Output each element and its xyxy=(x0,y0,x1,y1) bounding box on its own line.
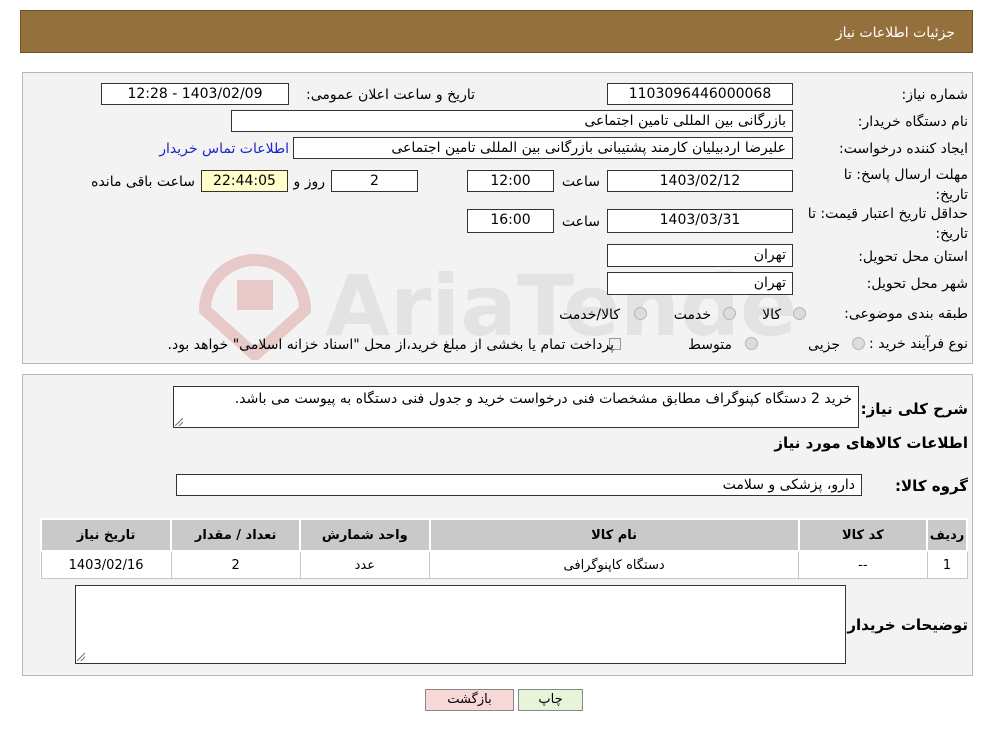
col-date-header: تاریخ نیاز xyxy=(39,518,173,552)
category-goods-service-radio[interactable] xyxy=(634,307,647,320)
buyer-notes-textarea[interactable] xyxy=(75,585,846,664)
buyer-notes-resize-handle[interactable] xyxy=(77,653,85,661)
city-label: شهر محل تحویل: xyxy=(866,276,968,292)
process-note: پرداخت تمام یا بخشی از مبلغ خرید،از محل … xyxy=(167,337,614,353)
cell-name: دستگاه کاپنوگرافی xyxy=(428,550,800,579)
deadline-time-label: ساعت xyxy=(561,174,600,190)
col-name-header: نام کالا xyxy=(428,518,800,552)
buyer-contact-link[interactable]: اطلاعات تماس خریدار xyxy=(159,141,289,157)
description-label: شرح کلی نیاز: xyxy=(860,400,968,418)
category-label: طبقه بندی موضوعی: xyxy=(844,306,968,322)
validity-label: حداقل تاریخ اعتبار قیمت: تا تاریخ: xyxy=(807,206,968,242)
category-goods-label: کالا xyxy=(762,307,781,323)
deadline-date-field: 1403/02/12 xyxy=(607,170,793,192)
items-section-title: اطلاعات کالاهای مورد نیاز xyxy=(774,434,968,452)
description-resize-handle[interactable] xyxy=(175,418,183,426)
days-label: روز و xyxy=(293,174,326,190)
remaining-time-field: 22:44:05 xyxy=(201,170,288,192)
need-number-label: شماره نیاز: xyxy=(901,87,969,103)
process-medium-radio[interactable] xyxy=(745,337,758,350)
cell-date: 1403/02/16 xyxy=(40,550,172,579)
cell-unit: عدد xyxy=(299,550,431,579)
process-minor-radio[interactable] xyxy=(852,337,865,350)
category-goods-radio[interactable] xyxy=(793,307,806,320)
category-service-radio[interactable] xyxy=(723,307,736,320)
days-field: 2 xyxy=(331,170,418,192)
table-row: 1 -- دستگاه کاپنوگرافی عدد 2 1403/02/16 xyxy=(40,550,968,579)
category-service-label: خدمت xyxy=(673,307,711,323)
category-goods-service-label: کالا/خدمت xyxy=(559,307,620,323)
buyer-org-label: نام دستگاه خریدار: xyxy=(857,114,968,130)
description-textarea[interactable]: خرید 2 دستگاه کپنوگراف مطابق مشخصات فنی … xyxy=(173,386,859,428)
process-label: نوع فرآیند خرید : xyxy=(869,336,968,352)
validity-time-field: 16:00 xyxy=(467,209,554,233)
col-code-header: کد کالا xyxy=(797,518,929,552)
col-qty-header: تعداد / مقدار xyxy=(170,518,302,552)
announce-field: 1403/02/09 - 12:28 xyxy=(101,83,289,105)
process-medium-label: متوسط xyxy=(688,337,732,353)
city-field: تهران xyxy=(607,272,793,295)
creator-label: ایجاد کننده درخواست: xyxy=(839,141,968,157)
province-label: استان محل تحویل: xyxy=(858,249,968,265)
process-minor-label: جزیی xyxy=(808,337,840,353)
items-table-header: ردیف کد کالا نام کالا واحد شمارش تعداد /… xyxy=(39,518,968,552)
need-number-field: 1103096446000068 xyxy=(607,83,793,105)
cell-code: -- xyxy=(798,550,928,579)
group-label: گروه کالا: xyxy=(895,477,968,495)
creator-field: علیرضا اردبیلیان کارمند پشتیبانی بازرگان… xyxy=(293,137,793,159)
page-title: جزئیات اطلاعات نیاز xyxy=(835,25,955,41)
buyer-org-field: بازرگانی بین المللی تامین اجتماعی xyxy=(231,110,793,132)
cell-qty: 2 xyxy=(170,550,301,579)
validity-time-label: ساعت xyxy=(561,214,600,230)
announce-label: تاریخ و ساعت اعلان عمومی: xyxy=(306,87,475,103)
remaining-time-label: ساعت باقی مانده xyxy=(91,174,195,190)
deadline-time-field: 12:00 xyxy=(467,170,554,192)
back-button[interactable]: بازگشت xyxy=(425,689,514,711)
buyer-notes-label: توضیحات خریدار: xyxy=(841,616,968,634)
page-header: جزئیات اطلاعات نیاز xyxy=(20,10,973,53)
deadline-label: مهلت ارسال پاسخ: تا تاریخ: xyxy=(843,167,968,203)
items-table: ردیف کد کالا نام کالا واحد شمارش تعداد /… xyxy=(39,518,968,579)
province-field: تهران xyxy=(607,244,793,267)
col-unit-header: واحد شمارش xyxy=(299,518,431,552)
col-row-header: ردیف xyxy=(926,518,968,552)
group-field: دارو، پزشکی و سلامت xyxy=(176,474,862,496)
cell-row: 1 xyxy=(926,550,968,579)
validity-date-field: 1403/03/31 xyxy=(607,209,793,233)
print-button[interactable]: چاپ xyxy=(518,689,583,711)
